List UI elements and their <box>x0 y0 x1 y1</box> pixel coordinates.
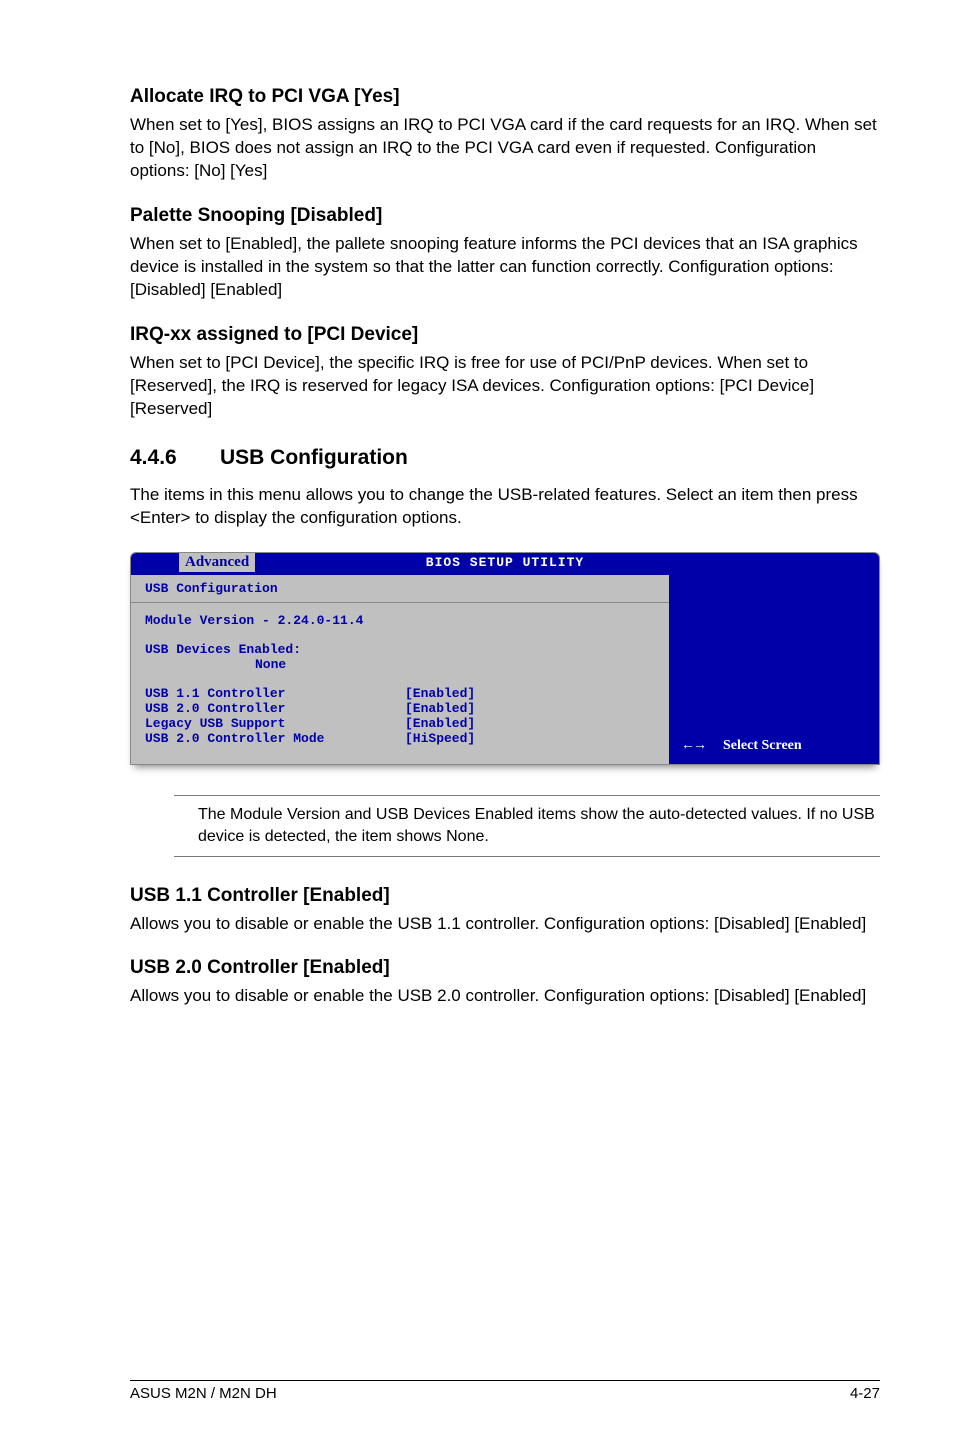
heading-irq-assigned: IRQ-xx assigned to [PCI Device] <box>130 324 880 346</box>
bios-row-value: [Enabled] <box>405 716 475 731</box>
bios-tab-advanced: Advanced <box>179 553 255 572</box>
body-usb20: Allows you to disable or enable the USB … <box>130 985 880 1008</box>
bios-row-label: USB 1.1 Controller <box>145 686 405 701</box>
bios-module-version: Module Version - 2.24.0-11.4 <box>145 613 655 628</box>
body-irq-assigned: When set to [PCI Device], the specific I… <box>130 352 880 421</box>
heading-usb20: USB 2.0 Controller [Enabled] <box>130 957 880 979</box>
heading-allocate-irq: Allocate IRQ to PCI VGA [Yes] <box>130 86 880 108</box>
bios-row: Legacy USB Support [Enabled] <box>145 716 655 731</box>
note-block: The Module Version and USB Devices Enabl… <box>174 795 880 856</box>
heading-palette-snooping: Palette Snooping [Disabled] <box>130 205 880 227</box>
bios-row: USB 1.1 Controller [Enabled] <box>145 686 655 701</box>
bios-devices-value: None <box>145 657 655 672</box>
heading-usb11: USB 1.1 Controller [Enabled] <box>130 885 880 907</box>
bios-row-value: [HiSpeed] <box>405 731 475 746</box>
bios-row: USB 2.0 Controller [Enabled] <box>145 701 655 716</box>
bios-panel-title: USB Configuration <box>131 575 669 603</box>
bios-row-label: Legacy USB Support <box>145 716 405 731</box>
arrows-icon: ←→ <box>681 738 705 754</box>
bios-row-label: USB 2.0 Controller Mode <box>145 731 405 746</box>
body-allocate-irq: When set to [Yes], BIOS assigns an IRQ t… <box>130 114 880 183</box>
subsection-number: 4.4.6 <box>130 446 220 470</box>
footer-left: ASUS M2N / M2N DH <box>130 1385 277 1402</box>
bios-screenshot: BIOS SETUP UTILITY Advanced USB Configur… <box>130 552 880 765</box>
bios-row-label: USB 2.0 Controller <box>145 701 405 716</box>
body-palette-snooping: When set to [Enabled], the pallete snoop… <box>130 233 880 302</box>
bios-left-panel: USB Configuration Module Version - 2.24.… <box>131 575 669 764</box>
footer-right: 4-27 <box>850 1385 880 1402</box>
bios-row: USB 2.0 Controller Mode [HiSpeed] <box>145 731 655 746</box>
subsection-heading: 4.4.6USB Configuration <box>130 446 880 470</box>
page-footer: ASUS M2N / M2N DH 4-27 <box>130 1380 880 1402</box>
bios-header: BIOS SETUP UTILITY Advanced <box>131 553 879 575</box>
bios-help-panel: ←→ Select Screen <box>669 575 879 764</box>
body-usb11: Allows you to disable or enable the USB … <box>130 913 880 936</box>
bios-row-value: [Enabled] <box>405 686 475 701</box>
subsection-intro: The items in this menu allows you to cha… <box>130 484 880 530</box>
bios-help-text: Select Screen <box>723 738 802 754</box>
bios-header-title: BIOS SETUP UTILITY <box>426 555 584 570</box>
bios-devices-label: USB Devices Enabled: <box>145 642 655 657</box>
bios-row-value: [Enabled] <box>405 701 475 716</box>
subsection-title: USB Configuration <box>220 446 408 469</box>
note-text: The Module Version and USB Devices Enabl… <box>198 804 880 847</box>
